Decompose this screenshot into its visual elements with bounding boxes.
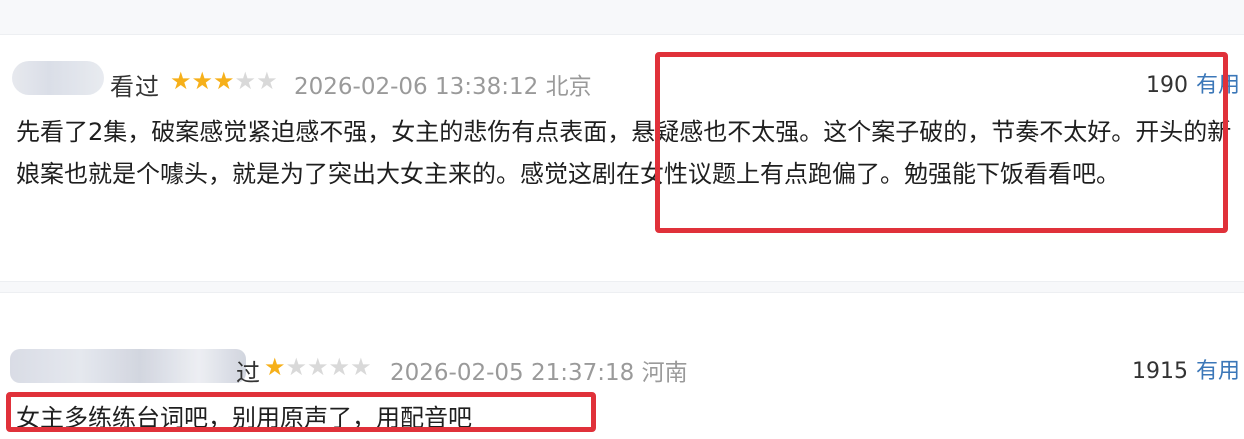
review-location: 河南 — [641, 360, 688, 386]
watch-status: 过 — [236, 359, 261, 387]
watch-status: 看过 — [110, 73, 160, 101]
star-outline-icon: ★ — [328, 353, 351, 381]
star-icon: ★ — [213, 67, 235, 95]
highlight-box — [655, 52, 1228, 233]
highlight-box — [6, 392, 596, 432]
star-outline-icon: ★ — [285, 353, 308, 381]
blurred-username — [12, 61, 104, 95]
useful-count: 1915 — [1131, 359, 1188, 384]
star-icon: ★ — [264, 353, 286, 381]
review-meta: 过 ★★★★★ 2026-02-05 21:37:18 河南 1915 有用 — [0, 347, 1244, 387]
star-outline-icon: ★ — [307, 353, 329, 381]
star-outline-icon: ★ — [234, 67, 257, 95]
review-date: 2026-02-05 21:37:18 河南 — [390, 360, 688, 386]
review-location: 北京 — [545, 74, 592, 100]
star-outline-icon: ★ — [256, 67, 278, 95]
rating-stars: ★★★★★ — [264, 353, 372, 381]
review-list: 看过 ★★★★★ 2026-02-06 13:38:12 北京 190 有用 先看… — [0, 0, 1244, 432]
rating-stars: ★★★★★ — [170, 67, 278, 95]
star-outline-icon: ★ — [350, 353, 372, 381]
useful-button[interactable]: 有用 — [1196, 359, 1240, 384]
review-date: 2026-02-06 13:38:12 北京 — [294, 74, 592, 100]
star-icon: ★ — [170, 67, 192, 95]
useful-vote[interactable]: 1915 有用 — [1132, 353, 1240, 385]
star-icon: ★ — [191, 67, 214, 95]
blurred-username — [10, 349, 246, 383]
